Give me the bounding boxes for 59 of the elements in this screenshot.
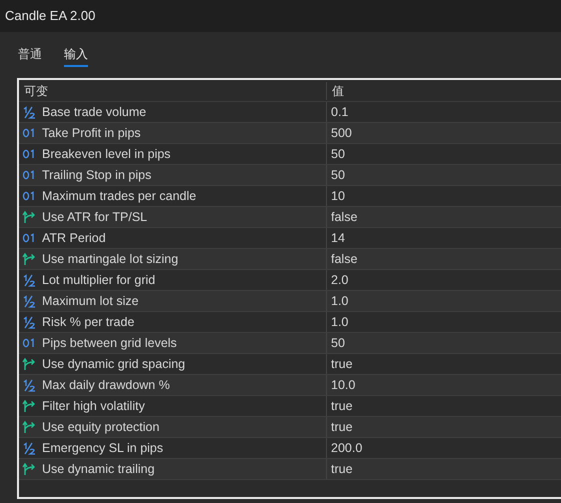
parameter-value: false (330, 208, 358, 226)
parameter-value: 2.0 (330, 272, 348, 289)
column-header[interactable]: 值 (327, 82, 344, 100)
parameter-value: true (330, 418, 353, 436)
parameter-value: 14 (330, 230, 345, 247)
parameter-name: Maximum trades per candle (42, 188, 196, 205)
integer-icon (22, 338, 36, 348)
parameter-name: Emergency SL in pips (42, 440, 164, 457)
column-header[interactable]: 可变 (19, 82, 327, 100)
parameter-value: 0.1 (330, 104, 348, 121)
parameter-name: Filter high volatility (42, 398, 145, 415)
parameter-value: true (330, 460, 353, 478)
parameter-value: 50 (330, 166, 345, 184)
fraction-icon (22, 106, 36, 118)
parameter-value: false (330, 250, 358, 268)
fraction-icon (22, 274, 36, 286)
parameter-value: 1.0 (330, 292, 348, 310)
parameter-value: 10 (330, 188, 345, 205)
parameter-name: Lot multiplier for grid (42, 272, 156, 289)
parameter-value: 50 (330, 334, 345, 352)
integer-icon (22, 170, 36, 180)
parameter-value: 500 (330, 124, 352, 142)
branch-arrow-icon (22, 252, 36, 266)
parameter-name: Use ATR for TP/SL (42, 208, 148, 226)
fraction-icon (22, 316, 36, 328)
parameter-name: Use dynamic grid spacing (42, 356, 186, 373)
parameter-value: 50 (330, 146, 345, 163)
fraction-icon (22, 442, 36, 454)
branch-arrow-icon (22, 210, 36, 224)
parameter-value: 10.0 (330, 376, 356, 394)
parameter-name: Breakeven level in pips (42, 146, 171, 163)
parameter-name: Base trade volume (42, 104, 146, 121)
parameter-name: Use dynamic trailing (42, 460, 155, 478)
parameter-value: 1.0 (330, 314, 348, 331)
integer-icon (22, 149, 36, 159)
parameter-value: true (330, 356, 353, 373)
parameter-name: Pips between grid levels (42, 334, 177, 352)
parameter-name: Use equity protection (42, 418, 160, 436)
parameter-name: Take Profit in pips (42, 124, 141, 142)
integer-icon (22, 191, 36, 201)
tab[interactable]: 普通 (18, 43, 42, 67)
parameter-name: Use martingale lot sizing (42, 250, 178, 268)
parameter-value: 200.0 (330, 440, 362, 457)
tab[interactable]: 输入 (64, 43, 88, 67)
fraction-icon (22, 378, 36, 392)
parameter-name: ATR Period (42, 230, 106, 247)
parameter-name: Max daily drawdown % (42, 376, 170, 394)
window-title: Candle EA 2.00 (5, 7, 96, 26)
branch-arrow-icon (22, 357, 36, 371)
fraction-icon (22, 294, 36, 308)
integer-icon (22, 128, 36, 138)
parameter-name: Maximum lot size (42, 292, 139, 310)
integer-icon (22, 233, 36, 243)
parameter-value: true (330, 398, 353, 415)
branch-arrow-icon (22, 420, 36, 434)
branch-arrow-icon (22, 399, 36, 413)
branch-arrow-icon (22, 462, 36, 476)
parameter-name: Risk % per trade (42, 314, 134, 331)
parameter-name: Trailing Stop in pips (42, 166, 152, 184)
